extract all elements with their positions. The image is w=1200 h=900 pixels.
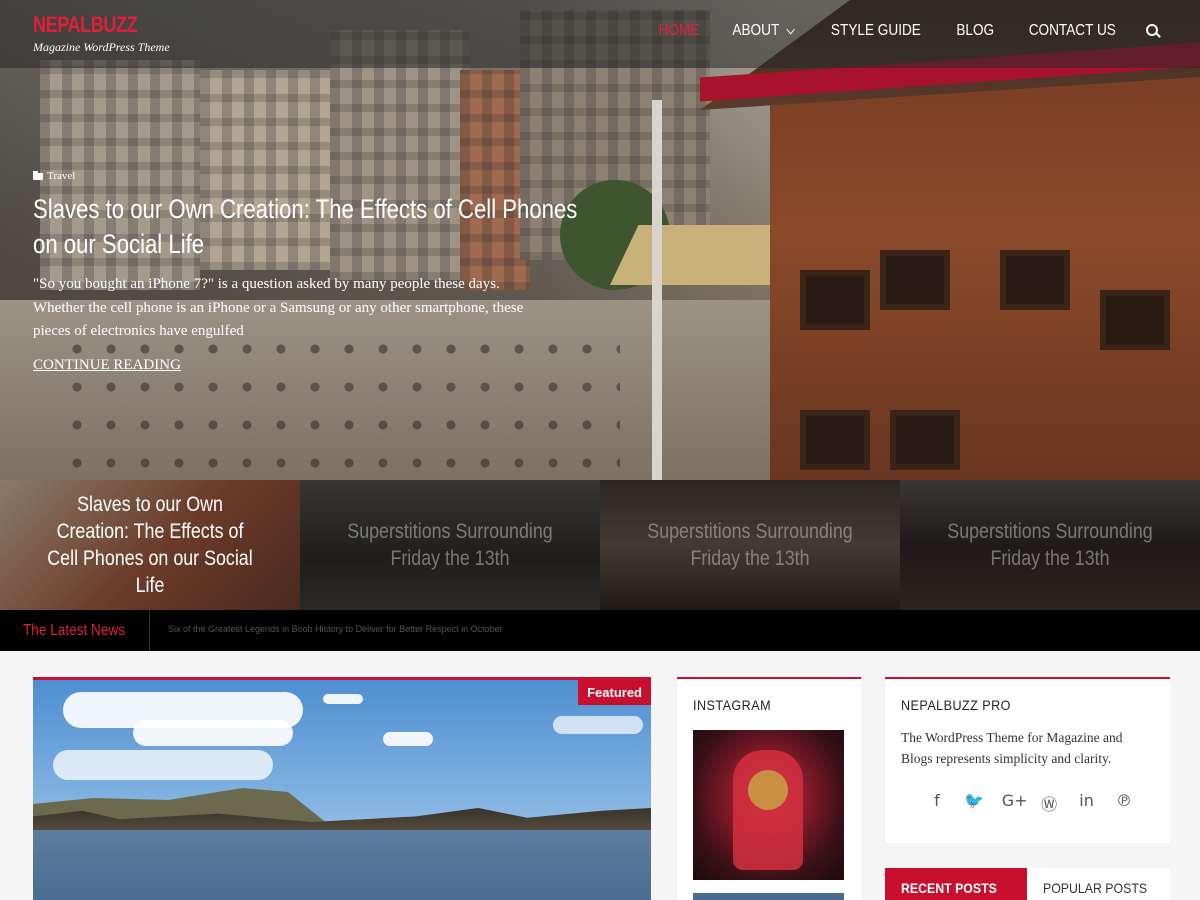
temple-window [1000, 250, 1070, 310]
tab-popular-posts[interactable]: POPULAR POSTS [1027, 868, 1170, 900]
temple-window [800, 270, 870, 330]
twitter-icon[interactable]: 🐦 [964, 791, 984, 815]
site-header: NEPALBUZZ Magazine WordPress Theme HOME … [0, 0, 1200, 68]
pinterest-icon[interactable]: ℗ [1114, 791, 1134, 815]
instagram-widget: INSTAGRAM [677, 677, 861, 900]
featured-cloud [553, 716, 643, 734]
hero-bg-pole [652, 100, 662, 480]
slider-thumb[interactable]: Superstitions Surrounding Friday the 13t… [300, 480, 600, 610]
about-widget: NEPALBUZZ PRO The WordPress Theme for Ma… [885, 677, 1170, 843]
hero-bg-temple [770, 70, 1200, 480]
about-widget-text: The WordPress Theme for Magazine and Blo… [901, 730, 1123, 766]
slider-thumb-image [900, 480, 1200, 610]
featured-badge: Featured [578, 680, 651, 705]
featured-cloud [323, 694, 363, 704]
nav-item-contact-us[interactable]: CONTACT US [1029, 22, 1116, 40]
linkedin-icon[interactable]: in [1077, 791, 1097, 815]
hero-title-line[interactable]: on our Social Life [33, 227, 459, 262]
site-tagline: Magazine WordPress Theme [33, 40, 170, 54]
slider-thumb[interactable]: Slaves to our Own Creation: The Effects … [0, 480, 300, 610]
featured-cloud [383, 732, 433, 746]
slider-thumb-title[interactable]: Slaves to our Own Creation: The Effects … [23, 480, 278, 610]
featured-water [33, 830, 651, 900]
nav-item-about[interactable]: ABOUT [732, 22, 796, 40]
hero-title-line[interactable]: Slaves to our Own Creation: The Effects … [33, 192, 577, 227]
ticker-headline[interactable]: Six of the Greatest Legends in Boob Hist… [168, 624, 503, 634]
slider-thumb-image [600, 480, 900, 610]
slider-thumb-title[interactable]: Superstitions Surrounding Friday the 13t… [923, 480, 1178, 610]
continue-reading-link[interactable]: CONTINUE READING [33, 357, 181, 374]
news-ticker: The Latest News Six of the Greatest Lege… [0, 610, 1200, 651]
slider-thumb-title[interactable]: Superstitions Surrounding Friday the 13t… [323, 480, 578, 610]
facebook-icon[interactable]: f [927, 791, 947, 815]
hero-bg-crowd [60, 330, 620, 470]
tab-recent-posts[interactable]: RECENT POSTS [885, 868, 1027, 900]
nav-item-blog[interactable]: BLOG [956, 22, 994, 40]
wordpress-icon[interactable]: Ⓦ [1039, 791, 1059, 815]
nav-item-home[interactable]: HOME [659, 22, 700, 40]
nav-item-style-guide[interactable]: STYLE GUIDE [831, 22, 921, 40]
featured-cloud [53, 750, 273, 780]
featured-post-image[interactable]: Featured [33, 677, 651, 900]
instagram-photo-face [748, 770, 788, 810]
instagram-widget-title: INSTAGRAM [693, 697, 772, 713]
main-nav: HOME ABOUT STYLE GUIDE BLOG CONTACT US [631, 22, 1160, 40]
hero-category-label[interactable]: Travel [47, 170, 75, 182]
folder-icon [33, 170, 43, 180]
social-links: f 🐦 G+ Ⓦ in ℗ [901, 791, 1154, 815]
temple-window [800, 410, 870, 470]
temple-window [880, 250, 950, 310]
slider-thumb[interactable]: Superstitions Surrounding Friday the 13t… [600, 480, 900, 610]
slider-thumb[interactable]: Superstitions Surrounding Friday the 13t… [900, 480, 1200, 610]
slider-thumbnails: Slaves to our Own Creation: The Effects … [0, 480, 1200, 610]
post-tabs: RECENT POSTS POPULAR POSTS [885, 868, 1170, 900]
instagram-photo-figure [733, 750, 803, 870]
featured-cloud [133, 720, 293, 746]
chevron-down-icon [786, 24, 796, 34]
search-icon[interactable] [1146, 24, 1160, 38]
site-logo[interactable]: NEPALBUZZ [33, 12, 138, 38]
about-widget-title: NEPALBUZZ PRO [901, 697, 1011, 713]
temple-window [1100, 290, 1170, 350]
slider-thumb-title[interactable]: Superstitions Surrounding Friday the 13t… [623, 480, 878, 610]
hero-category[interactable]: Travel [33, 170, 75, 182]
hero-banner: NEPALBUZZ Magazine WordPress Theme HOME … [0, 0, 1200, 480]
slider-thumb-image [300, 480, 600, 610]
instagram-photo[interactable] [693, 730, 844, 880]
hero-title[interactable]: Slaves to our Own Creation: The Effects … [33, 192, 577, 262]
hero-excerpt: "So you bought an iPhone 7?" is a questi… [33, 276, 524, 339]
ticker-label: The Latest News [0, 610, 150, 651]
google-plus-icon[interactable]: G+ [1002, 791, 1028, 815]
instagram-photo[interactable] [693, 893, 844, 900]
temple-window [890, 410, 960, 470]
